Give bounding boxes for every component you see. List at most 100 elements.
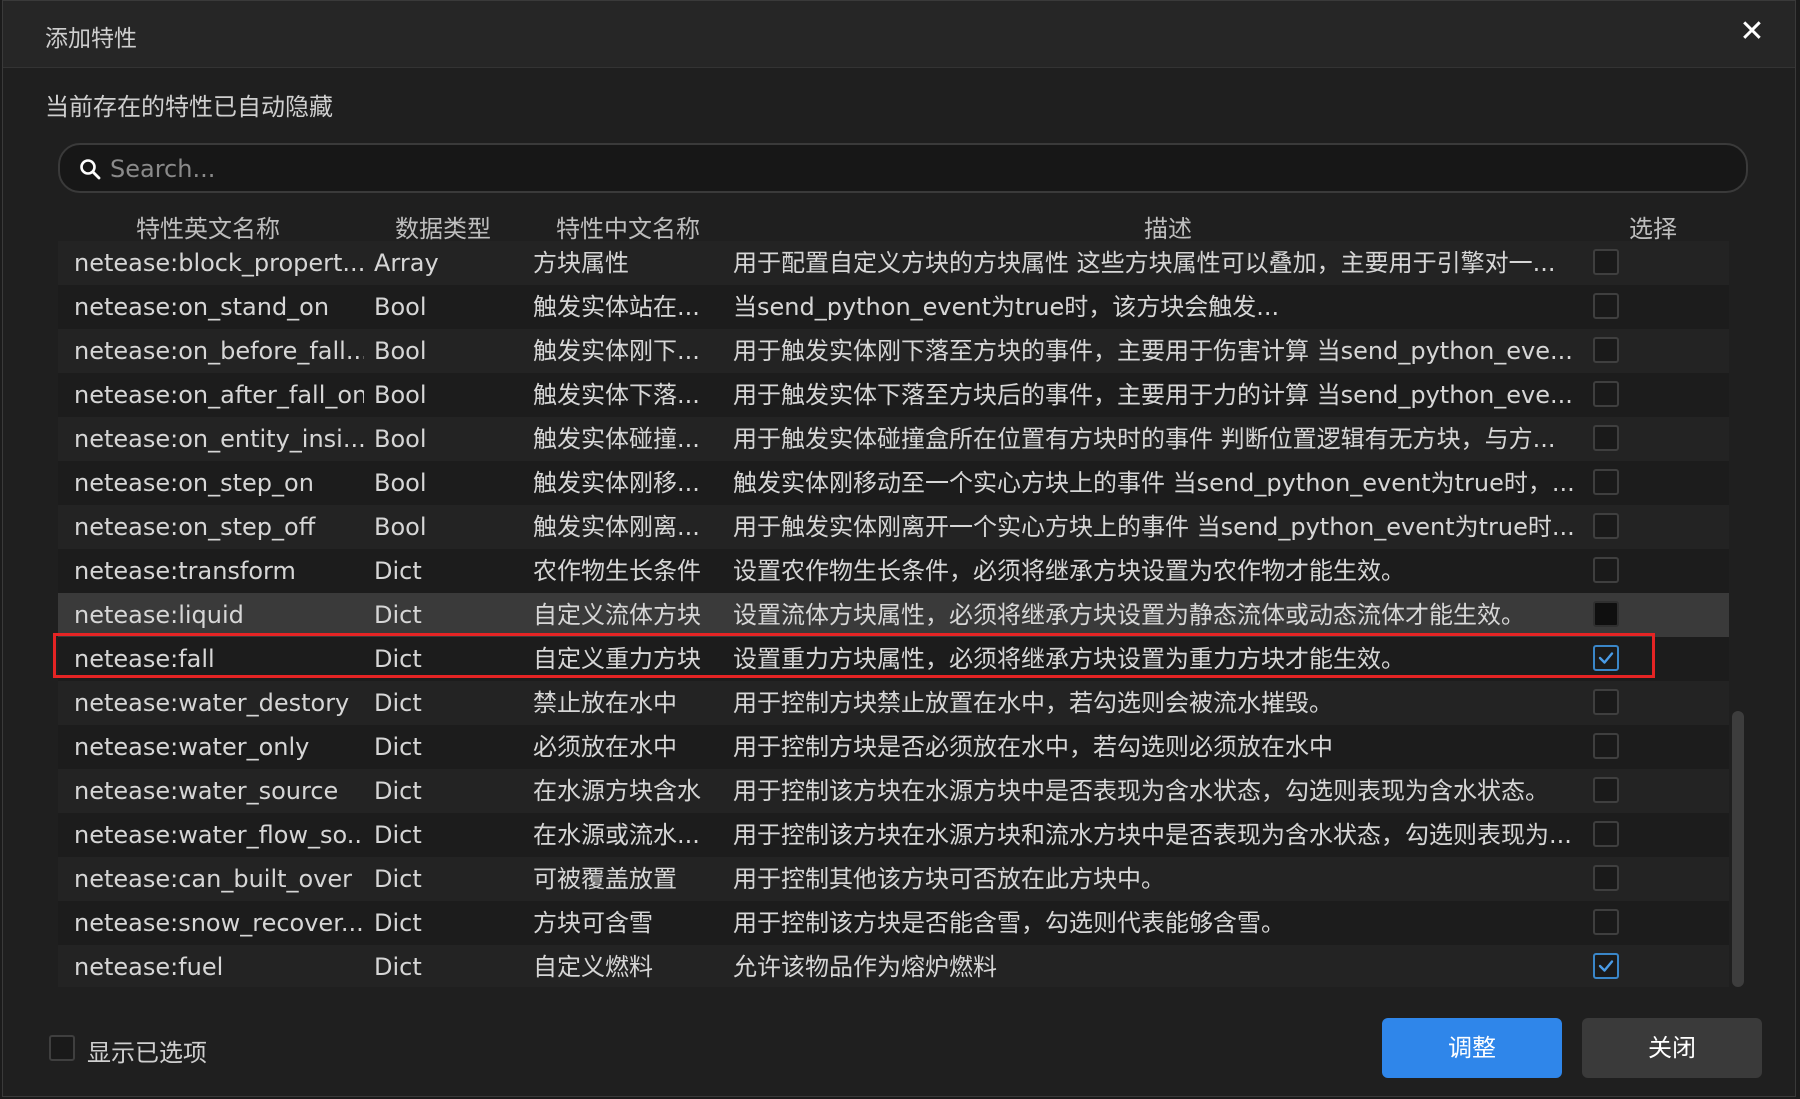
feature-data-type: Array [374,249,439,277]
feature-description: 触发实体刚移动至一个实心方块上的事件 当send_python_event为tr… [733,469,1575,497]
select-checkbox[interactable] [1593,953,1619,979]
feature-english-name: netease:fall [74,645,215,673]
check-icon [1598,652,1614,664]
feature-chinese-name: 触发实体刚移... [533,469,700,497]
select-checkbox[interactable] [1593,689,1619,715]
close-icon[interactable]: ✕ [1737,17,1767,47]
header-chinese-name: 特性中文名称 [556,215,700,243]
feature-description: 用于配置自定义方块的方块属性 这些方块属性可以叠加，主要用于引擎对一... [733,249,1556,277]
feature-table: 特性英文名称 数据类型 特性中文名称 描述 选择 netease:block_p… [58,203,1729,987]
table-row[interactable]: netease:water_only Dict 必须放在水中 用于控制方块是否必须放在… [58,725,1729,769]
table-row[interactable]: netease:transform Dict 农作物生长条件 设置农作物生长条件，必须… [58,549,1729,593]
feature-data-type: Bool [374,513,427,541]
select-checkbox[interactable] [1593,777,1619,803]
feature-english-name: netease:can_built_over [74,865,353,893]
table-row[interactable]: netease:can_built_over Dict 可被覆盖放置 用于控制其他该方… [58,857,1729,901]
table-row[interactable]: netease:on_entity_insi... Bool 触发实体碰撞... 用于… [58,417,1729,461]
feature-description: 用于触发实体刚下落至方块的事件，主要用于伤害计算 当send_python_ev… [733,337,1573,365]
feature-data-type: Dict [374,689,422,717]
feature-data-type: Dict [374,865,422,893]
feature-english-name: netease:fuel [74,953,224,981]
feature-data-type: Bool [374,381,427,409]
table-row[interactable]: netease:snow_recover... Dict 方块可含雪 用于控制该方块是… [58,901,1729,945]
feature-chinese-name: 禁止放在水中 [533,689,677,717]
select-checkbox[interactable] [1593,733,1619,759]
table-row[interactable]: netease:on_stand_on Bool 触发实体站在... 当send_py… [58,285,1729,329]
table-scrollbar[interactable] [1730,203,1746,987]
hint-text: 当前存在的特性已自动隐藏 [45,93,333,121]
table-row[interactable]: netease:water_destory Dict 禁止放在水中 用于控制方块禁止放… [58,681,1729,725]
feature-data-type: Dict [374,601,422,629]
close-button[interactable]: 关闭 [1582,1018,1762,1078]
show-selected-checkbox[interactable] [49,1035,75,1061]
search-input[interactable] [108,151,1712,187]
feature-english-name: netease:on_after_fall_on [74,381,364,409]
feature-english-name: netease:liquid [74,601,244,629]
select-checkbox[interactable] [1593,865,1619,891]
feature-chinese-name: 在水源或流水... [533,821,700,849]
select-checkbox[interactable] [1593,601,1619,627]
feature-chinese-name: 农作物生长条件 [533,557,701,585]
select-checkbox[interactable] [1593,513,1619,539]
feature-english-name: netease:water_flow_so... [74,821,364,849]
select-checkbox[interactable] [1593,381,1619,407]
feature-english-name: netease:on_step_off [74,513,316,541]
feature-data-type: Dict [374,557,422,585]
feature-data-type: Bool [374,293,427,321]
check-icon [1598,960,1614,972]
feature-description: 设置流体方块属性，必须将继承方块设置为静态流体或动态流体才能生效。 [733,601,1525,629]
feature-description: 用于控制该方块是否能含雪，勾选则代表能够含雪。 [733,909,1285,937]
select-checkbox[interactable] [1593,557,1619,583]
feature-description: 用于控制其他该方块可否放在此方块中。 [733,865,1165,893]
feature-chinese-name: 方块可含雪 [533,909,653,937]
feature-english-name: netease:transform [74,557,296,585]
feature-data-type: Dict [374,733,422,761]
feature-description: 用于控制方块是否必须放在水中，若勾选则必须放在水中 [733,733,1333,761]
scrollbar-thumb[interactable] [1732,711,1744,987]
feature-chinese-name: 可被覆盖放置 [533,865,677,893]
feature-chinese-name: 触发实体刚离... [533,513,700,541]
table-row[interactable]: netease:block_propert... Array 方块属性 用于配置自定义… [58,241,1729,285]
feature-english-name: netease:water_source [74,777,339,805]
select-checkbox[interactable] [1593,293,1619,319]
table-row[interactable]: netease:water_source Dict 在水源方块含水 用于控制该方块在水… [58,769,1729,813]
adjust-button[interactable]: 调整 [1382,1018,1562,1078]
feature-english-name: netease:block_propert... [74,249,364,277]
feature-chinese-name: 自定义流体方块 [533,601,701,629]
feature-english-name: netease:water_only [74,733,310,761]
feature-description: 允许该物品作为熔炉燃料 [733,953,997,981]
search-box[interactable] [58,143,1748,193]
table-row[interactable]: netease:on_before_fall... Bool 触发实体刚下... 用于… [58,329,1729,373]
table-row[interactable]: netease:on_step_off Bool 触发实体刚离... 用于触发实体刚离… [58,505,1729,549]
feature-chinese-name: 触发实体刚下... [533,337,700,365]
feature-chinese-name: 触发实体下落... [533,381,700,409]
dialog-title: 添加特性 [45,26,137,52]
feature-description: 用于触发实体碰撞盒所在位置有方块时的事件 判断位置逻辑有无方块，与方... [733,425,1556,453]
select-checkbox[interactable] [1593,249,1619,275]
table-row[interactable]: netease:on_after_fall_on Bool 触发实体下落... 用于触… [58,373,1729,417]
feature-english-name: netease:snow_recover... [74,909,364,937]
add-feature-dialog: 添加特性 ✕ 当前存在的特性已自动隐藏 特性英文名称 数据类型 特性中文名称 描… [2,0,1796,1097]
select-checkbox[interactable] [1593,645,1619,671]
select-checkbox[interactable] [1593,337,1619,363]
feature-description: 用于控制该方块在水源方块中是否表现为含水状态，勾选则表现为含水状态。 [733,777,1549,805]
header-description: 描述 [1144,215,1192,243]
feature-english-name: netease:on_entity_insi... [74,425,364,453]
feature-chinese-name: 必须放在水中 [533,733,677,761]
feature-english-name: netease:water_destory [74,689,350,717]
table-row[interactable]: netease:liquid Dict 自定义流体方块 设置流体方块属性，必须将继承方… [58,593,1729,637]
select-checkbox[interactable] [1593,909,1619,935]
select-checkbox[interactable] [1593,821,1619,847]
select-checkbox[interactable] [1593,469,1619,495]
feature-data-type: Bool [374,337,427,365]
feature-chinese-name: 方块属性 [533,249,629,277]
table-row[interactable]: netease:fall Dict 自定义重力方块 设置重力方块属性，必须将继承方块设… [58,637,1729,681]
table-row[interactable]: netease:water_flow_so... Dict 在水源或流水... 用于控… [58,813,1729,857]
header-english-name: 特性英文名称 [136,215,280,243]
search-icon [80,159,101,180]
table-row[interactable]: netease:on_step_on Bool 触发实体刚移... 触发实体刚移动至一… [58,461,1729,505]
select-checkbox[interactable] [1593,425,1619,451]
header-data-type: 数据类型 [395,215,491,243]
feature-description: 设置重力方块属性，必须将继承方块设置为重力方块才能生效。 [733,645,1405,673]
table-row[interactable]: netease:fuel Dict 自定义燃料 允许该物品作为熔炉燃料 [58,945,1729,987]
